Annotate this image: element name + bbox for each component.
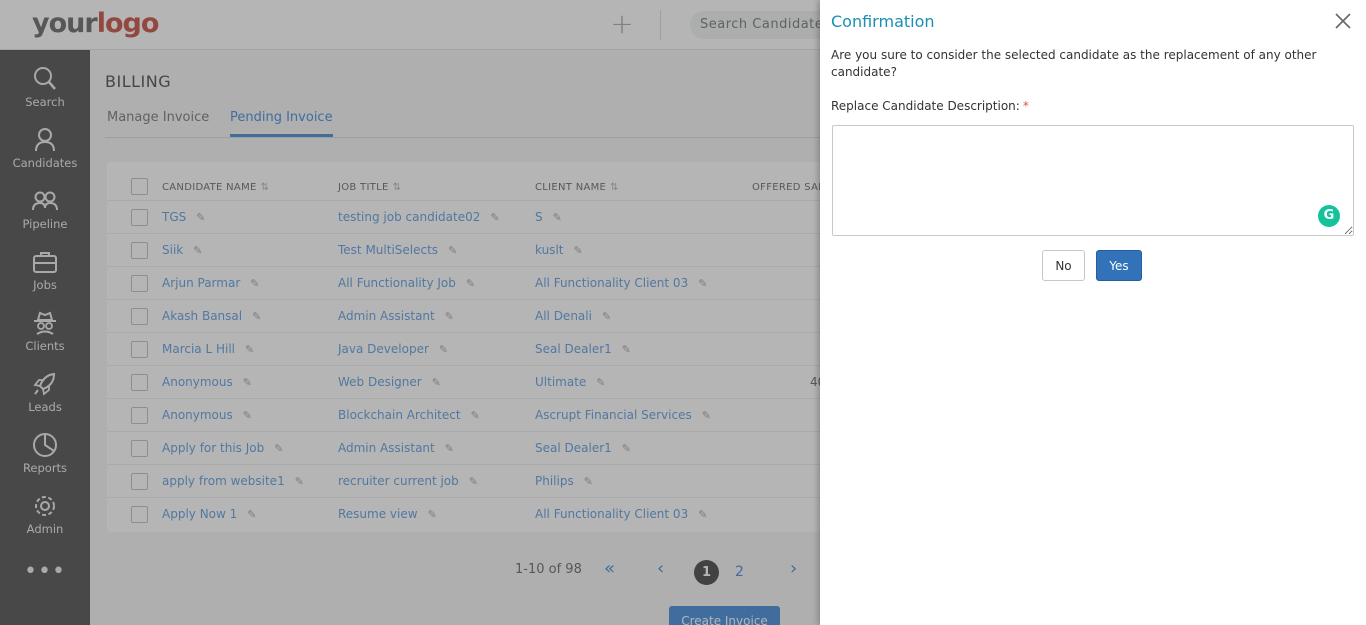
field-label: Replace Candidate Description: * [831,99,1029,113]
panel-title: Confirmation [831,12,935,31]
confirmation-panel: Confirmation Are you sure to consider th… [820,0,1366,625]
yes-button[interactable]: Yes [1096,250,1142,281]
replace-description-textarea[interactable] [832,125,1354,236]
close-icon[interactable] [1332,10,1354,32]
required-mark: * [1022,99,1029,113]
modal-backdrop[interactable] [0,0,820,625]
grammarly-icon[interactable]: G [1318,205,1340,227]
confirmation-message: Are you sure to consider the selected ca… [831,48,1317,79]
no-button[interactable]: No [1042,250,1085,281]
field-label-text: Replace Candidate Description: [831,99,1020,113]
